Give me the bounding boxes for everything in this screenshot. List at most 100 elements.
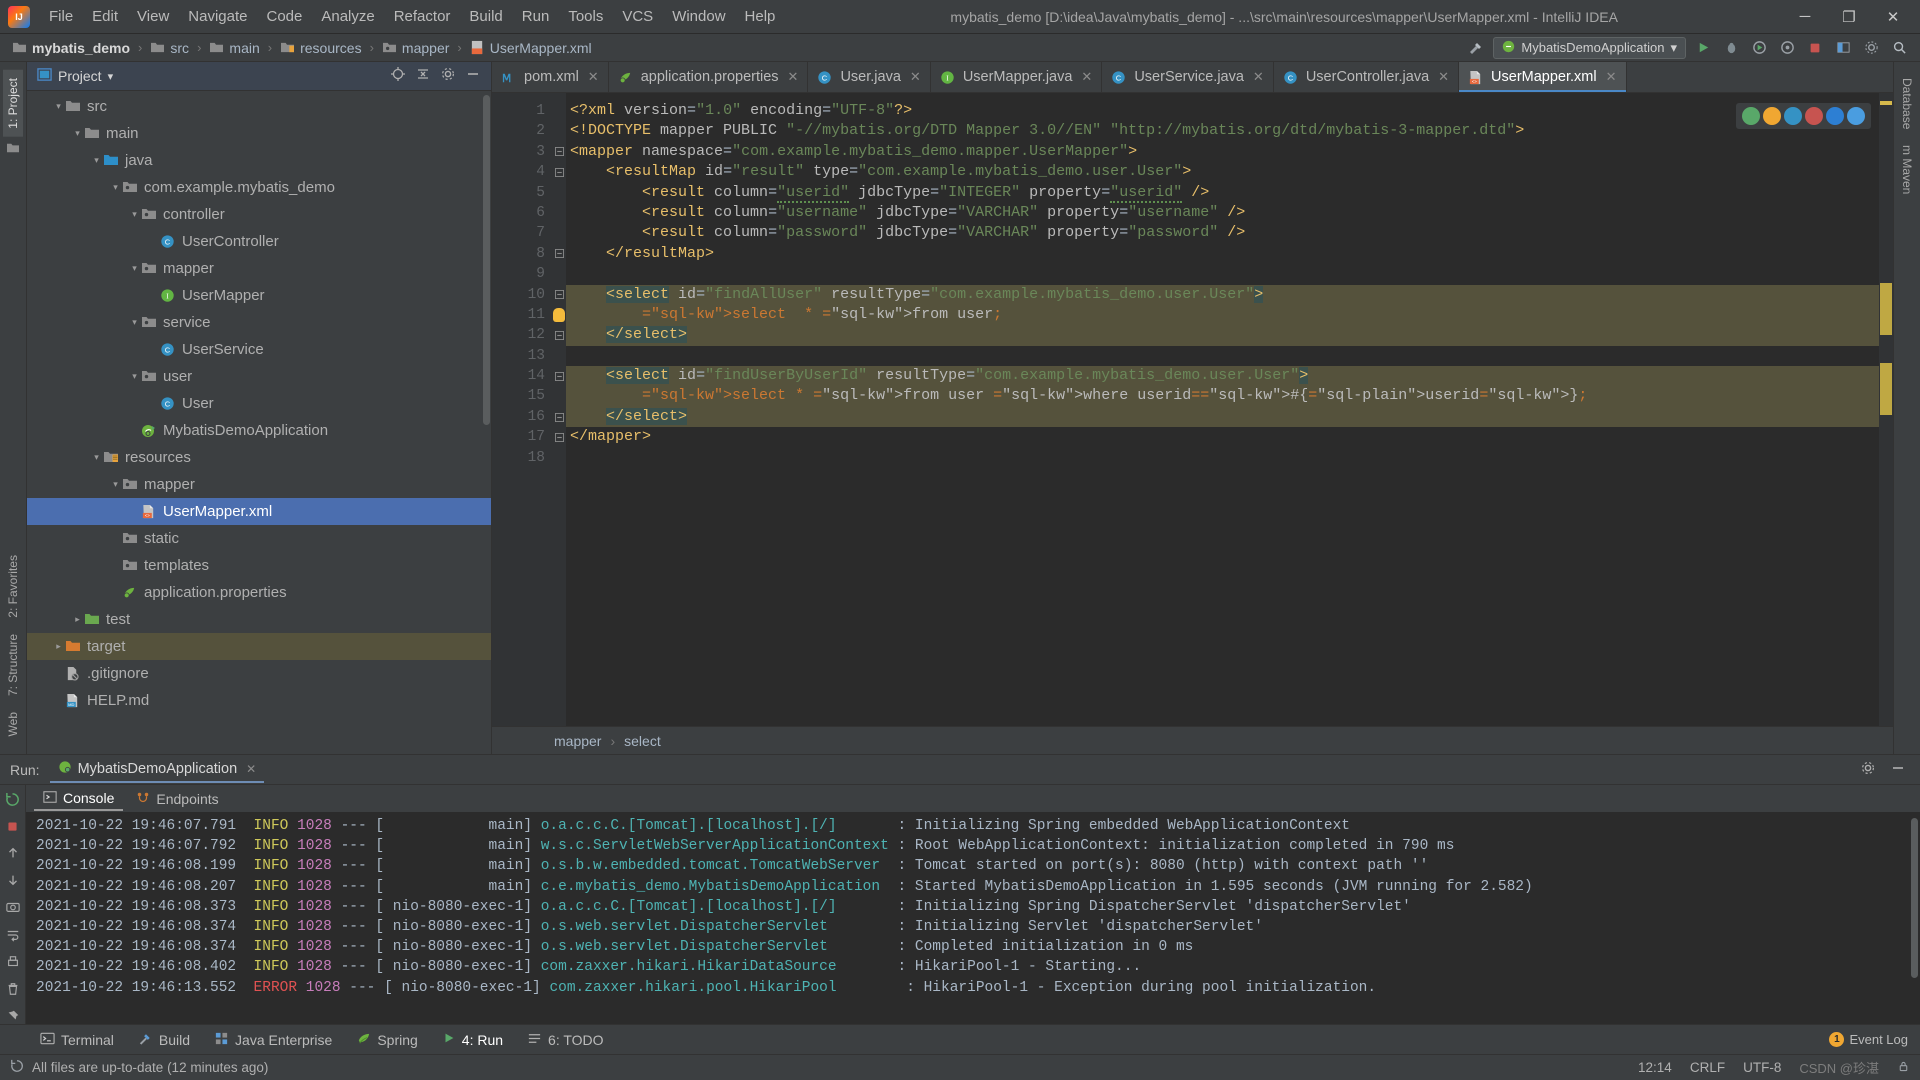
code-line[interactable]: <!DOCTYPE mapper PUBLIC "-//mybatis.org/… (566, 121, 1893, 141)
code-line[interactable]: <resultMap id="result" type="com.example… (566, 162, 1893, 182)
project-tree-scrollbar[interactable] (483, 95, 490, 425)
tree-item-help-md[interactable]: MD HELP.md (27, 687, 491, 714)
menu-item-analyze[interactable]: Analyze (312, 4, 383, 29)
code-line[interactable]: </mapper> (566, 427, 1893, 447)
layout-icon[interactable] (1832, 37, 1854, 59)
tree-item-src[interactable]: ▾ src (27, 93, 491, 120)
chevron-down-icon[interactable]: ▾ (90, 452, 103, 463)
project-tree[interactable]: ▾ src ▾ main ▾ java ▾ com.example.mybatis_demo ▾… (27, 91, 491, 754)
code-line[interactable]: </resultMap> (566, 244, 1893, 264)
run-coverage-icon[interactable] (1748, 37, 1770, 59)
fold-marker[interactable] (552, 244, 566, 264)
tree-item-test[interactable]: ▸ test (27, 606, 491, 633)
tree-item-resources[interactable]: ▾ resources (27, 444, 491, 471)
code-line[interactable]: <result column="username" jdbcType="VARC… (566, 203, 1893, 223)
fold-marker[interactable] (552, 325, 566, 345)
tree-item-mapper[interactable]: ▾ mapper (27, 255, 491, 282)
tree-item-target[interactable]: ▸ target (27, 633, 491, 660)
menu-item-build[interactable]: Build (460, 4, 511, 29)
bottom-bar-terminal[interactable]: Terminal (28, 1027, 126, 1053)
stop-icon[interactable] (4, 818, 21, 834)
scroll-up-icon[interactable] (4, 845, 21, 861)
tree-item-user[interactable]: C User (27, 390, 491, 417)
bottom-bar-4--run[interactable]: 4: Run (430, 1027, 515, 1052)
tree-item-mapper[interactable]: ▾ mapper (27, 471, 491, 498)
close-icon[interactable]: ✕ (910, 69, 921, 85)
trash-icon[interactable] (4, 981, 21, 997)
hide-panel-icon[interactable] (465, 66, 481, 86)
tree-item-usermapper[interactable]: I UserMapper (27, 282, 491, 309)
menu-item-run[interactable]: Run (513, 4, 559, 29)
tree-item-application-properties[interactable]: application.properties (27, 579, 491, 606)
bottom-bar-build[interactable]: Build (126, 1027, 202, 1053)
close-button[interactable]: ✕ (1872, 2, 1914, 32)
code-line[interactable]: </select> (566, 325, 1893, 346)
inspection-ok-icon[interactable] (1742, 107, 1760, 125)
editor-tab-usermapper-java[interactable]: I UserMapper.java ✕ (931, 62, 1103, 92)
tree-item-com-example-mybatis-demo[interactable]: ▾ com.example.mybatis_demo (27, 174, 491, 201)
chevron-down-icon[interactable]: ▾ (52, 101, 65, 112)
tree-item-templates[interactable]: templates (27, 552, 491, 579)
breadcrumb-item-src[interactable]: src (148, 38, 191, 58)
chevron-down-icon[interactable]: ▾ (128, 209, 141, 220)
intention-bulb-icon[interactable] (553, 308, 565, 323)
chevron-down-icon[interactable]: ▾ (109, 479, 122, 490)
lock-icon[interactable] (1897, 1060, 1910, 1076)
close-icon[interactable]: ✕ (1081, 69, 1092, 85)
locate-target-icon[interactable] (390, 66, 406, 86)
tree-item-static[interactable]: static (27, 525, 491, 552)
bottom-bar-spring[interactable]: Spring (344, 1027, 429, 1053)
code-line[interactable] (566, 448, 1893, 468)
tree-item-java[interactable]: ▾ java (27, 147, 491, 174)
editor-tab-userservice-java[interactable]: C UserService.java ✕ (1102, 62, 1274, 92)
tree-item-usermapper-xml[interactable]: <> UserMapper.xml (27, 498, 491, 525)
editor-tab-usercontroller-java[interactable]: C UserController.java ✕ (1274, 62, 1460, 92)
editor-breadcrumb-mapper[interactable]: mapper (554, 733, 601, 749)
menu-item-help[interactable]: Help (736, 4, 785, 29)
sidebar-item-favorites[interactable]: 2: Favorites (3, 547, 23, 626)
inspection-info-icon[interactable] (1784, 107, 1802, 125)
debug-icon[interactable] (1720, 37, 1742, 59)
rerun-icon[interactable] (4, 791, 21, 807)
bottom-bar-java-enterprise[interactable]: Java Enterprise (202, 1027, 344, 1053)
code-line[interactable]: <mapper namespace="com.example.mybatis_d… (566, 142, 1893, 162)
chevron-right-icon[interactable]: ▸ (52, 641, 65, 652)
chevron-right-icon[interactable]: ▸ (71, 614, 84, 625)
editor-fold-column[interactable] (552, 93, 566, 726)
code-line[interactable] (566, 346, 1893, 366)
stop-icon[interactable] (1804, 37, 1826, 59)
menu-item-tools[interactable]: Tools (559, 4, 612, 29)
code-line[interactable]: <select id="findUserByUserId" resultType… (566, 366, 1893, 387)
sidebar-item-structure[interactable]: 7: Structure (3, 626, 23, 704)
menu-item-window[interactable]: Window (663, 4, 734, 29)
code-line[interactable]: </select> (566, 406, 1893, 428)
code-line[interactable]: ="sql-kw">select * ="sql-kw">from user =… (566, 386, 1893, 407)
close-icon[interactable]: ✕ (588, 69, 599, 85)
settings-gear-icon[interactable] (1860, 37, 1882, 59)
code-line[interactable]: ="sql-kw">select * ="sql-kw">from user; (566, 304, 1893, 326)
fold-marker[interactable] (552, 427, 566, 447)
inspection-browser-icon[interactable] (1847, 107, 1865, 125)
tree-item-userservice[interactable]: C UserService (27, 336, 491, 363)
breadcrumb-item-main[interactable]: main (207, 38, 261, 58)
tree-item-main[interactable]: ▾ main (27, 120, 491, 147)
camera-icon[interactable] (4, 899, 21, 915)
event-log-group[interactable]: 1 Event Log (1829, 1032, 1920, 1047)
menu-item-edit[interactable]: Edit (83, 4, 127, 29)
tree-item-controller[interactable]: ▾ controller (27, 201, 491, 228)
collapse-all-icon[interactable] (415, 66, 431, 86)
minimize-button[interactable]: ─ (1784, 2, 1826, 32)
project-panel-title-group[interactable]: Project ▾ (37, 67, 113, 85)
settings-gear-icon[interactable] (1860, 760, 1876, 780)
build-hammer-icon[interactable] (1465, 37, 1487, 59)
code-line[interactable] (566, 264, 1893, 284)
menu-item-refactor[interactable]: Refactor (385, 4, 460, 29)
run-icon[interactable] (1692, 37, 1714, 59)
chevron-down-icon[interactable]: ▾ (90, 155, 103, 166)
code-line[interactable]: <?xml version="1.0" encoding="UTF-8"?> (566, 101, 1893, 121)
sidebar-item-project[interactable]: 1: Project (3, 70, 23, 137)
editor-breadcrumb-select[interactable]: select (624, 733, 661, 749)
fold-marker[interactable] (552, 366, 566, 386)
close-icon[interactable]: ✕ (788, 69, 799, 85)
chevron-down-icon[interactable]: ▾ (109, 182, 122, 193)
